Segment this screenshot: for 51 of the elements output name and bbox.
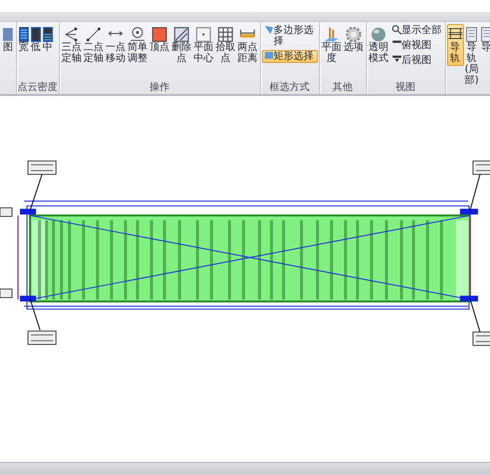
ribbon-button[interactable]: 删除点 (170, 24, 193, 66)
ribbon-button[interactable]: 顶点 (148, 24, 171, 55)
magnifier-icon (392, 25, 402, 35)
triangle-icon (264, 25, 274, 35)
sphere-icon (371, 26, 386, 42)
page-icon (466, 26, 478, 42)
group-label: 点云密度 (18, 82, 58, 94)
ribbon-button[interactable]: 宽 (18, 24, 30, 55)
ribbon-button[interactable]: 导轨(局部) (464, 24, 480, 88)
bar-arrow-icon (392, 55, 402, 63)
target-icon (130, 27, 146, 41)
half-bar-icon (42, 26, 53, 42)
ribbon-button[interactable]: 中 (42, 24, 54, 55)
ribbon-button[interactable]: 平面度 (320, 24, 343, 66)
three-rays-icon (65, 26, 78, 42)
ribbon-button[interactable]: 拾取点 (214, 24, 237, 66)
ribbon-small-button[interactable]: 后视图 (390, 54, 444, 67)
group-label: 操作 (150, 82, 170, 94)
square-icon (152, 26, 168, 42)
gear-icon (346, 26, 362, 42)
ribbon-button[interactable]: 选项 (342, 24, 365, 55)
group-label: 框选方式 (270, 82, 310, 94)
double-arrow-icon (108, 31, 124, 37)
grid-icon (218, 26, 234, 42)
ribbon-button[interactable]: 简单调整 (126, 24, 149, 66)
ribbon-button[interactable]: 图 (1, 24, 15, 55)
ribbon-button[interactable]: 两点距离 (236, 24, 259, 66)
group-label: 视图 (396, 82, 416, 94)
dark-bar-icon (30, 26, 41, 42)
ribbon-button[interactable]: 透明模式 (368, 24, 390, 66)
group-label: 其他 (332, 82, 353, 94)
bar-icon (392, 40, 402, 44)
ribbon-button[interactable]: 一点移动 (104, 24, 127, 66)
ribbon-small-button[interactable]: 显示全部 (390, 24, 444, 37)
hatched-square-icon (174, 26, 190, 42)
rails-icon (448, 28, 463, 40)
plane-icon (324, 26, 340, 42)
ribbon-button[interactable]: 低 (30, 24, 42, 55)
rectangle-icon (264, 51, 274, 60)
line-points-icon (86, 26, 102, 42)
ribbon-button[interactable]: 导轨 (446, 24, 464, 66)
ruler-icon (240, 29, 256, 39)
ribbon-button[interactable]: 二点定轴 (82, 24, 105, 66)
ribbon-small-button[interactable]: 多边形选择 (262, 24, 318, 48)
striped-bar-icon (18, 26, 29, 42)
ribbon-small-button[interactable]: 俯视图 (390, 39, 444, 52)
ribbon-button[interactable]: 三点定轴 (60, 24, 83, 66)
page-icon (480, 26, 490, 42)
bar-icon (2, 26, 14, 42)
ribbon-small-button[interactable]: 矩形选择 (262, 50, 318, 63)
ribbon-button[interactable]: 平面中心 (192, 24, 215, 66)
